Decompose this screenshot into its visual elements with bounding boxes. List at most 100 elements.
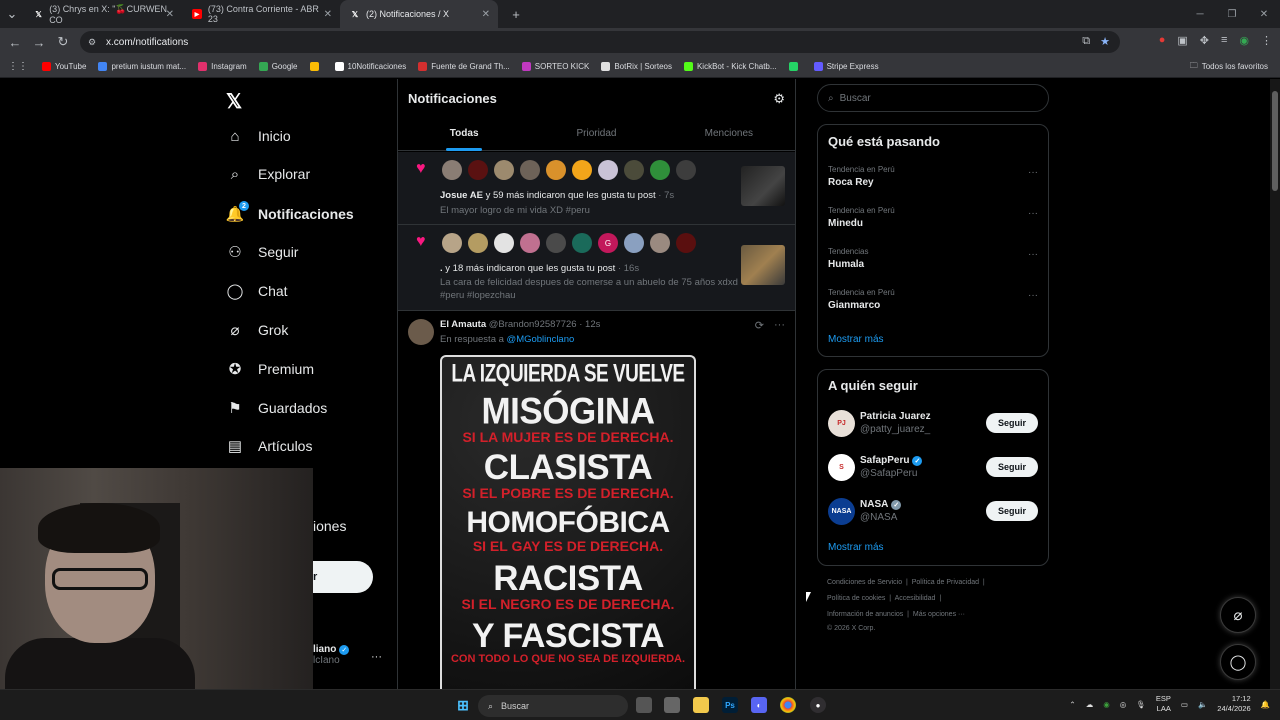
bookmark-item[interactable]: Google [258, 62, 298, 71]
avatar[interactable] [624, 233, 644, 253]
nav-item-guardados[interactable]: ⚑ Guardados [226, 399, 327, 417]
tab-menciones[interactable]: Menciones [663, 123, 795, 150]
microphone-icon[interactable]: 🎙 [1136, 700, 1146, 709]
browser-tab-2[interactable]: ▶ (73) Contra Corriente - ABR 23 ✕ [182, 0, 340, 28]
trend-more-icon[interactable]: ··· [1028, 167, 1038, 178]
avatar[interactable] [572, 233, 592, 253]
follow-name[interactable]: Patricia Juarez [860, 411, 931, 422]
bookmark-item[interactable]: SORTEO KICK [521, 62, 589, 71]
post-button-partial[interactable]: r [313, 561, 373, 593]
browser-tab-3[interactable]: 𝕏 (2) Notificaciones / X ✕ [340, 0, 498, 28]
bookmark-item[interactable]: KickBot - Kick Chatb... [683, 62, 777, 71]
network-icon[interactable]: ▭ [1181, 700, 1188, 709]
browser-tab-1[interactable]: 𝕏 (3) Chrys en X: "🍒CURWEN CO ✕ [24, 0, 182, 28]
nav-item-chat[interactable]: ◯ Chat [226, 282, 288, 300]
taskbar-search[interactable]: ⌕ Buscar [478, 695, 628, 717]
avatar[interactable] [598, 160, 618, 180]
follow-button[interactable]: Seguir [986, 413, 1038, 433]
avatar[interactable]: NASA [828, 498, 855, 525]
bookmark-item[interactable] [788, 62, 802, 71]
close-window-icon[interactable]: ✕ [1248, 0, 1280, 28]
bookmark-item[interactable]: Stripe Express [813, 62, 879, 71]
xbox-icon[interactable]: ◉ [1103, 700, 1110, 709]
notifications-bell-icon[interactable]: 🔔 [1261, 700, 1270, 709]
avatar[interactable] [468, 160, 488, 180]
trend-more-icon[interactable]: ··· [1028, 249, 1038, 260]
avatar[interactable] [624, 160, 644, 180]
minimize-icon[interactable]: ─ [1184, 0, 1216, 28]
photoshop-icon[interactable]: Ps [722, 697, 738, 713]
more-options-icon[interactable]: ··· [774, 319, 785, 332]
file-explorer-icon[interactable] [693, 697, 709, 713]
follow-button[interactable]: Seguir [986, 501, 1038, 521]
avatar[interactable]: S [828, 454, 855, 481]
task-view-icon[interactable] [636, 697, 652, 713]
account-more-icon[interactable]: ··· [371, 651, 382, 663]
address-bar[interactable]: ⚙ x.com/notifications ⧉ ★ [80, 31, 1120, 53]
avatar[interactable] [676, 233, 696, 253]
bookmark-item[interactable]: Instagram [198, 62, 247, 71]
forward-icon[interactable]: → [27, 30, 51, 54]
bookmark-item[interactable]: Fuente de Grand Th... [418, 62, 510, 71]
avatar[interactable] [468, 233, 488, 253]
trend-item[interactable]: Humala [828, 259, 864, 270]
nav-item-seguir[interactable]: ⚇ Seguir [226, 243, 298, 261]
avatar[interactable] [520, 160, 540, 180]
avatar[interactable] [494, 160, 514, 180]
tray-overflow-icon[interactable]: ⌃ [1069, 700, 1075, 709]
follow-button[interactable]: Seguir [986, 457, 1038, 477]
bookmark-item[interactable]: YouTube [42, 62, 86, 71]
avatar[interactable] [494, 233, 514, 253]
footer-link[interactable]: Más opciones ··· [913, 611, 965, 618]
maximize-icon[interactable]: ❐ [1216, 0, 1248, 28]
avatar[interactable] [442, 160, 462, 180]
like-notification[interactable]: ♥ G . y 18 más indicaron que les gusta t… [398, 225, 795, 311]
nav-item-artículos[interactable]: ▤ Artículos [226, 437, 313, 455]
chrome-icon[interactable] [780, 697, 796, 713]
tweet-author-handle[interactable]: @Brandon92587726 [489, 319, 577, 330]
show-more-follow[interactable]: Mostrar más [828, 542, 884, 553]
avatar[interactable] [650, 160, 670, 180]
printer-icon[interactable] [664, 697, 680, 713]
x-logo-icon[interactable]: 𝕏 [226, 89, 242, 114]
avatar[interactable] [546, 160, 566, 180]
close-tab-icon[interactable]: ✕ [166, 9, 174, 20]
footer-link[interactable]: Política de Privacidad [912, 579, 979, 586]
trend-item[interactable]: Minedu [828, 218, 863, 229]
nav-item-explorar[interactable]: ⌕ Explorar [226, 165, 310, 183]
account-switcher[interactable]: liano ✓ lcIano [313, 644, 350, 666]
nav-item-grok[interactable]: ⌀ Grok [226, 321, 288, 339]
bookmark-star-icon[interactable]: ★ [1100, 35, 1110, 48]
avatar[interactable] [408, 319, 434, 345]
bookmark-item[interactable]: 10Notificaciones [334, 62, 406, 71]
discord-icon[interactable]: ◐ [751, 697, 767, 713]
follow-name[interactable]: SafapPeru ✓ [860, 455, 923, 466]
post-thumbnail[interactable] [741, 245, 785, 285]
tweet-image[interactable]: LA IZQUIERDA SE VUELVE MISÓGINA SI LA MU… [440, 355, 696, 689]
search-input[interactable]: ⌕ Buscar [817, 84, 1049, 112]
avatar[interactable] [676, 160, 696, 180]
volume-icon[interactable]: 🔈 [1198, 700, 1207, 709]
trend-more-icon[interactable]: ··· [1028, 208, 1038, 219]
scrollbar-thumb[interactable] [1272, 91, 1278, 191]
footer-link[interactable]: Condiciones de Servicio [827, 579, 902, 586]
bookmark-item[interactable] [309, 62, 323, 71]
obs-icon[interactable]: ● [810, 697, 826, 713]
settings-gear-icon[interactable]: ⚙ [773, 91, 785, 107]
language-indicator[interactable]: ESP LAA [1156, 694, 1171, 714]
show-more-trends[interactable]: Mostrar más [828, 334, 884, 345]
follow-name[interactable]: NASA ✓ [860, 499, 902, 510]
tab-prioridad[interactable]: Prioridad [530, 123, 662, 150]
extension-red-icon[interactable]: ● [1159, 34, 1166, 47]
install-app-icon[interactable]: ⧉ [1082, 35, 1090, 48]
extension-icon[interactable]: ▣ [1177, 34, 1187, 47]
close-tab-icon[interactable]: ✕ [324, 9, 332, 20]
tab-search-icon[interactable]: ⌄ [0, 2, 24, 26]
nav-item-premium[interactable]: ✪ Premium [226, 360, 314, 378]
clock[interactable]: 17:12 24/4/2026 [1217, 694, 1250, 714]
reload-icon[interactable]: ↻ [51, 30, 75, 54]
profile-avatar-icon[interactable]: ◉ [1239, 34, 1249, 47]
tweet-author-name[interactable]: El Amauta [440, 319, 486, 330]
site-info-icon[interactable]: ⚙ [88, 37, 96, 48]
trend-item[interactable]: Roca Rey [828, 177, 874, 188]
